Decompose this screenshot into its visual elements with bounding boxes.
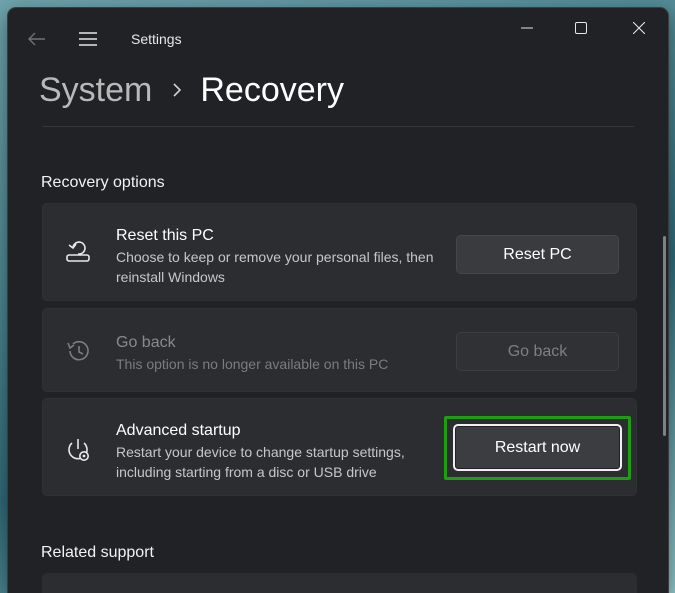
card-reset-this-pc: Reset this PC Choose to keep or remove y… [42, 203, 637, 301]
minimize-button[interactable] [504, 12, 550, 44]
card-advanced-startup: Advanced startup Restart your device to … [42, 398, 637, 496]
close-icon [633, 22, 645, 34]
back-arrow-icon [28, 32, 45, 46]
restart-now-button[interactable]: Restart now [453, 424, 622, 471]
close-button[interactable] [616, 12, 662, 44]
title-bar: Settings [8, 8, 668, 56]
section-title-related-support: Related support [41, 544, 154, 561]
breadcrumb-system-link[interactable]: System [39, 68, 152, 112]
advanced-startup-title: Advanced startup [116, 422, 241, 439]
vertical-scrollbar[interactable] [663, 236, 666, 436]
maximize-icon [575, 22, 587, 34]
reset-pc-button[interactable]: Reset PC [456, 235, 619, 274]
settings-window: Settings System Recovery Recovery option… [8, 8, 668, 593]
reset-pc-icon [63, 236, 93, 266]
back-button[interactable] [26, 28, 48, 50]
section-title-recovery-options: Recovery options [41, 174, 165, 191]
go-back-button: Go back [456, 332, 619, 371]
page-title: Recovery [200, 71, 344, 109]
hamburger-icon [79, 32, 97, 46]
go-back-title: Go back [116, 334, 176, 351]
maximize-button[interactable] [558, 12, 604, 44]
related-support-card [42, 573, 637, 593]
advanced-startup-description: Restart your device to change startup se… [116, 444, 405, 480]
go-back-description: This option is no longer available on th… [116, 356, 389, 372]
window-title: Settings [131, 31, 182, 47]
header-divider [42, 126, 634, 127]
reset-this-pc-description: Choose to keep or remove your personal f… [116, 249, 434, 285]
breadcrumb: System Recovery [39, 68, 344, 112]
advanced-startup-icon [63, 435, 93, 465]
navigation-menu-button[interactable] [76, 28, 100, 50]
chevron-right-icon [172, 82, 182, 98]
history-icon [63, 336, 93, 366]
reset-this-pc-title: Reset this PC [116, 227, 214, 244]
card-go-back: Go back This option is no longer availab… [42, 308, 637, 392]
minimize-icon [521, 27, 533, 29]
